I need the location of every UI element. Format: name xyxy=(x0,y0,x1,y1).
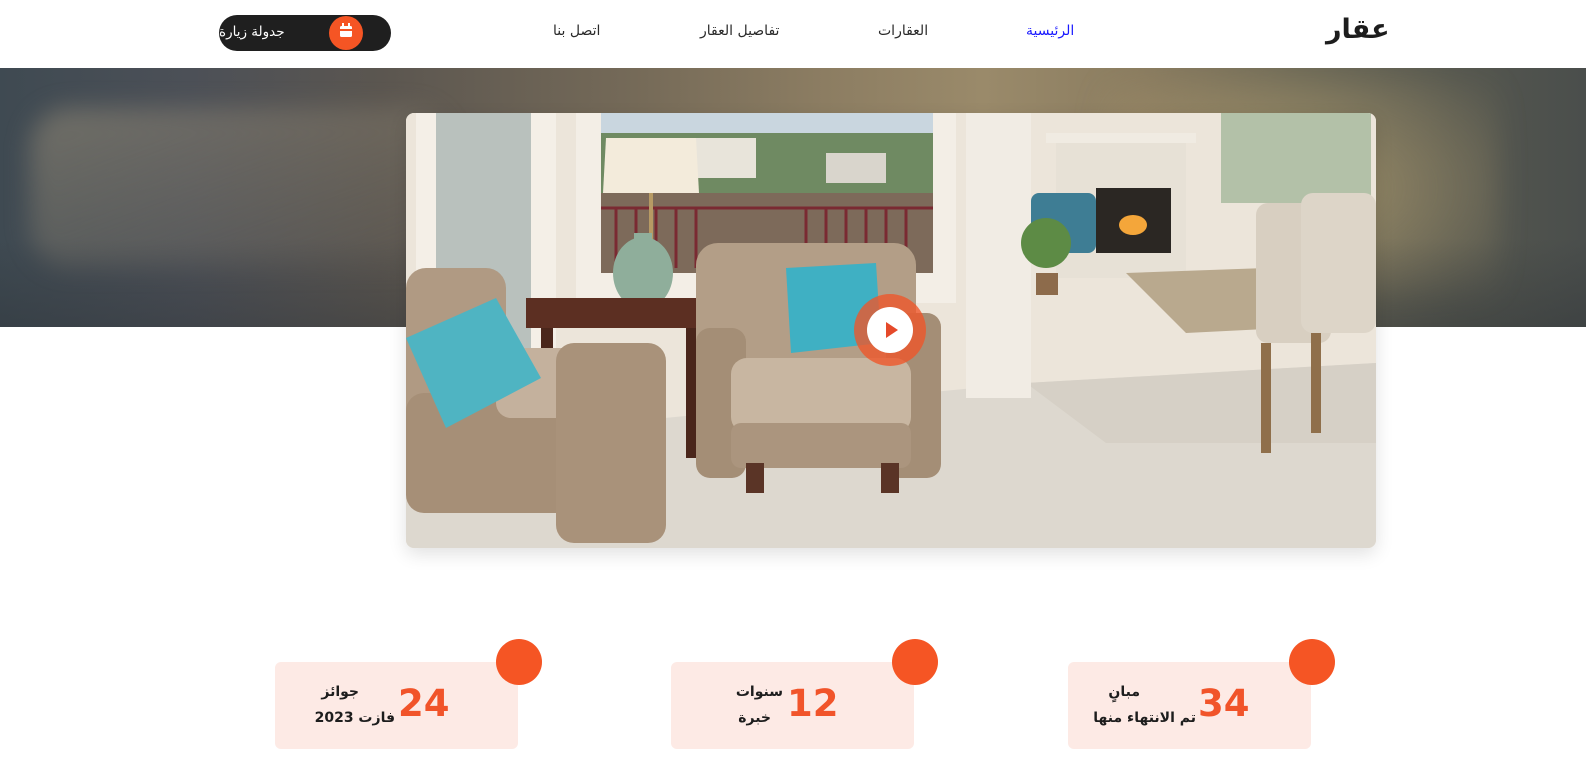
play-button[interactable] xyxy=(854,294,926,366)
nav-link-home[interactable]: الرئيسية xyxy=(1026,23,1074,39)
stat-dot-icon xyxy=(892,639,938,685)
stat-dot-icon xyxy=(1289,639,1335,685)
nav-link-contact[interactable]: اتصل بنا xyxy=(553,23,600,39)
stat-sublabel: فازت 2023 xyxy=(314,710,395,726)
site-logo[interactable]: عقار xyxy=(1326,14,1390,45)
stat-number: 24 xyxy=(398,682,450,725)
stat-sublabel: خبرة xyxy=(738,710,771,726)
stat-label: مبانٍ xyxy=(1108,684,1140,700)
stat-number: 34 xyxy=(1198,682,1250,725)
site-header: عقار الرئيسية العقارات تفاصيل العقار اتص… xyxy=(0,0,1586,68)
calendar-icon xyxy=(329,16,363,50)
stat-number: 12 xyxy=(787,682,839,725)
stat-sublabel: تم الانتهاء منها xyxy=(1093,710,1196,726)
stat-label: سنوات xyxy=(735,684,783,700)
stat-card-buildings: 34 مبانٍ تم الانتهاء منها xyxy=(1068,639,1335,749)
stat-label: جوائز xyxy=(321,684,359,700)
schedule-visit-button[interactable]: جدولة زيارة xyxy=(219,15,391,51)
stat-card-experience: 12 سنوات خبرة xyxy=(671,639,938,749)
schedule-visit-label: جدولة زيارة xyxy=(219,24,285,40)
stat-card-awards: 24 جوائز فازت 2023 xyxy=(275,639,542,749)
stat-dot-icon xyxy=(496,639,542,685)
nav-link-property-details[interactable]: تفاصيل العقار xyxy=(700,23,779,39)
property-video-thumbnail[interactable] xyxy=(406,113,1376,548)
play-icon xyxy=(867,307,913,353)
nav-link-properties[interactable]: العقارات xyxy=(878,23,928,39)
